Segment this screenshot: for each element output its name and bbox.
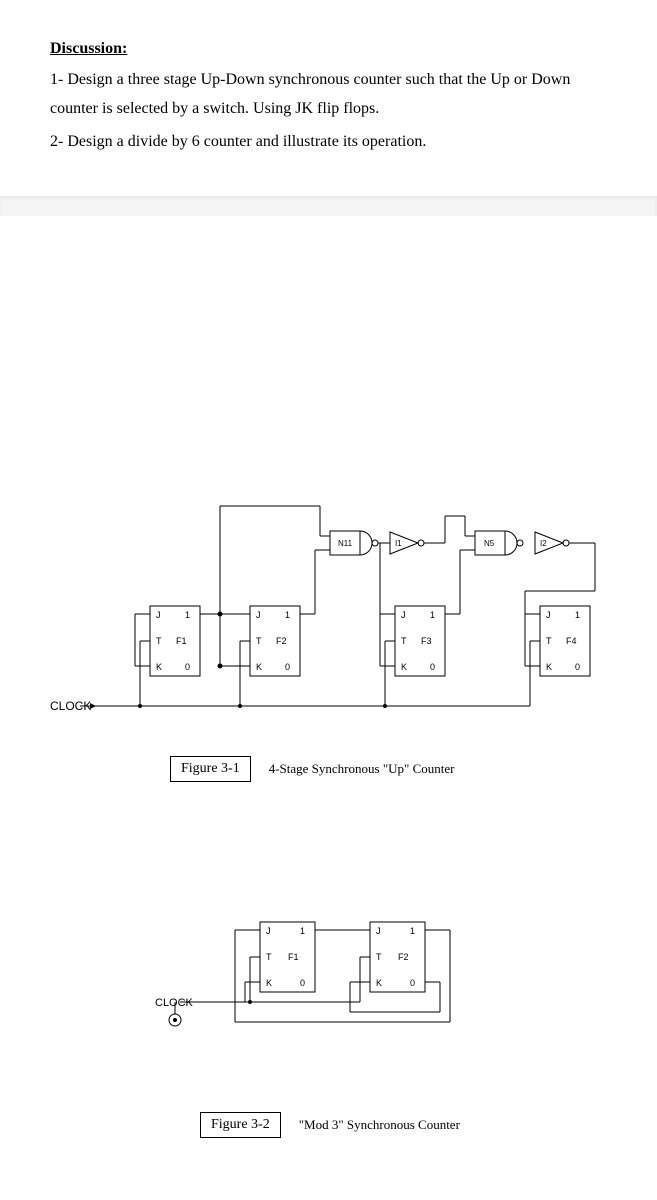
svg-text:0: 0	[430, 662, 435, 672]
svg-text:0: 0	[410, 978, 415, 988]
ff-f3: F3	[421, 636, 432, 646]
gate-n5: N5	[475, 531, 523, 555]
svg-text:1: 1	[300, 926, 305, 936]
svg-text:I1: I1	[395, 539, 402, 548]
svg-text:I2: I2	[540, 539, 547, 548]
gate-n11: N11	[330, 531, 378, 555]
flipflop-f3: J 1 T F3 K 0	[395, 606, 445, 676]
svg-text:0: 0	[300, 978, 305, 988]
svg-text:K: K	[546, 662, 552, 672]
flipflop-f4: J 1 T F4 K 0	[540, 606, 590, 676]
svg-text:K: K	[266, 978, 272, 988]
figure-3-2-caption: "Mod 3" Synchronous Counter	[299, 1117, 460, 1133]
svg-text:T: T	[376, 952, 382, 962]
svg-text:J: J	[256, 610, 261, 620]
figure-3-1: J 1 T F1 K 0 J 1 T F2 K 0 J 1 T F3 K 0 J…	[50, 476, 607, 782]
figure-3-1-caption: 4-Stage Synchronous "Up" Counter	[269, 761, 455, 777]
ff-f1b: F1	[288, 952, 299, 962]
svg-text:1: 1	[575, 610, 580, 620]
ff-f2: F2	[276, 636, 287, 646]
svg-text:T: T	[546, 636, 552, 646]
svg-text:J: J	[376, 926, 381, 936]
ff-t: T	[156, 636, 162, 646]
ff-zero: 0	[185, 662, 190, 672]
svg-text:T: T	[266, 952, 272, 962]
ff-f4: F4	[566, 636, 577, 646]
ff-j: J	[156, 610, 161, 620]
svg-text:1: 1	[285, 610, 290, 620]
svg-text:1: 1	[410, 926, 415, 936]
svg-text:J: J	[546, 610, 551, 620]
svg-text:0: 0	[285, 662, 290, 672]
svg-text:1: 1	[430, 610, 435, 620]
svg-text:N5: N5	[484, 539, 495, 548]
discussion-heading: Discussion:	[50, 40, 607, 58]
flipflop-f2b: J 1 T F2 K 0	[370, 922, 425, 992]
svg-text:T: T	[256, 636, 262, 646]
gate-i1: I1	[390, 532, 424, 554]
svg-text:J: J	[401, 610, 406, 620]
ff-k: K	[156, 662, 162, 672]
svg-text:0: 0	[575, 662, 580, 672]
question-2: 2- Design a divide by 6 counter and illu…	[50, 128, 607, 157]
svg-text:J: J	[266, 926, 271, 936]
clock-label-2: CLOCK	[155, 997, 194, 1009]
flipflop-f2: J 1 T F2 K 0	[250, 606, 300, 676]
flipflop-f1b: J 1 T F1 K 0	[260, 922, 315, 992]
figure-3-1-label: Figure 3-1	[170, 756, 251, 782]
svg-text:K: K	[401, 662, 407, 672]
svg-text:K: K	[256, 662, 262, 672]
figure-3-2-label: Figure 3-2	[200, 1112, 281, 1138]
question-1: 1- Design a three stage Up-Down synchron…	[50, 66, 607, 124]
ff-f2b: F2	[398, 952, 409, 962]
gate-i2: I2	[535, 532, 569, 554]
ff-f1: F1	[176, 636, 187, 646]
svg-text:T: T	[401, 636, 407, 646]
svg-text:K: K	[376, 978, 382, 988]
flipflop-f1: J 1 T F1 K 0	[150, 606, 200, 676]
figure-3-2: J 1 T F1 K 0 J 1 T F2 K 0	[50, 882, 607, 1138]
page-divider	[0, 196, 657, 216]
svg-text:N11: N11	[338, 539, 353, 548]
ff-one: 1	[185, 610, 190, 620]
